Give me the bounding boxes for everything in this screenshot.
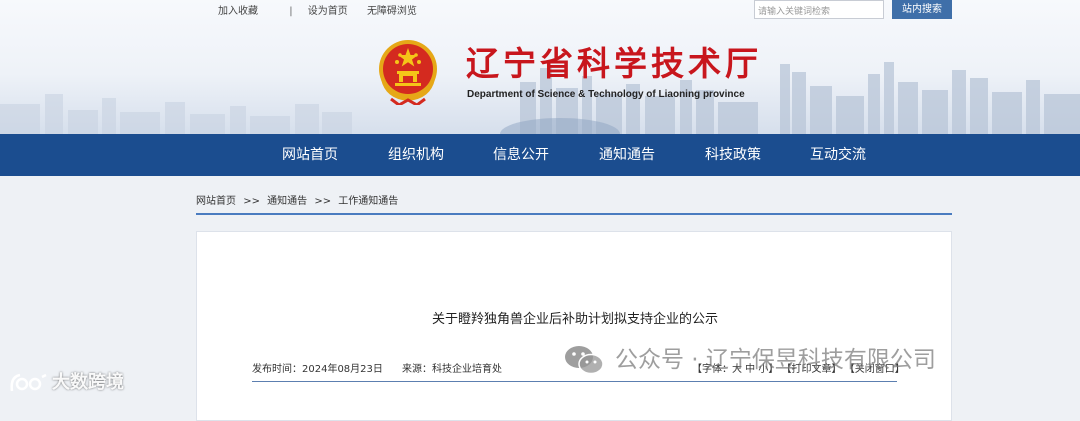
brand-watermark-text: 大数跨境 xyxy=(52,372,124,393)
site-subtitle: Department of Science & Technology of Li… xyxy=(467,89,745,100)
main-nav: 网站首页 组织机构 信息公开 通知通告 科技政策 互动交流 xyxy=(0,134,1080,176)
breadcrumb-notices[interactable]: 通知通告 xyxy=(267,196,307,207)
link-separator: | xyxy=(289,6,293,17)
wechat-icon xyxy=(565,346,604,375)
publish-time: 发布时间：2024年08月23日 xyxy=(252,364,383,375)
search-button[interactable]: 站内搜索 xyxy=(892,0,952,19)
nav-item-information[interactable]: 信息公开 xyxy=(493,134,549,176)
nav-item-notices[interactable]: 通知通告 xyxy=(599,134,655,176)
search-input[interactable]: 请输入关键词检索 xyxy=(754,0,884,19)
accessibility-link[interactable]: 无障碍浏览 xyxy=(367,2,417,17)
breadcrumb-separator: >> xyxy=(314,196,332,207)
top-links: 加入收藏 | 设为首页 无障碍浏览 xyxy=(218,2,433,17)
breadcrumb: 网站首页 >> 通知通告 >> 工作通知通告 xyxy=(196,192,398,207)
breadcrumb-home[interactable]: 网站首页 xyxy=(196,196,236,207)
wechat-watermark-text: 公众号 · 辽宁保昱科技有限公司 xyxy=(615,347,936,373)
site-title: 辽宁省科学技术厅 xyxy=(466,44,762,83)
breadcrumb-separator: >> xyxy=(243,196,260,207)
nav-item-policy[interactable]: 科技政策 xyxy=(705,134,761,176)
article-title: 关于瞪羚独角兽企业后补助计划拟支持企业的公示 xyxy=(431,312,718,327)
site-header: 加入收藏 | 设为首页 无障碍浏览 请输入关键词检索 站内搜索 辽宁省科学技术厅… xyxy=(0,0,1080,134)
add-favorite-link[interactable]: 加入收藏 xyxy=(218,2,258,17)
set-homepage-link[interactable]: 设为首页 xyxy=(308,2,348,17)
breadcrumb-work-notices[interactable]: 工作通知通告 xyxy=(338,196,398,207)
article-panel: 关于瞪羚独角兽企业后补助计划拟支持企业的公示 发布时间：2024年08月23日 … xyxy=(196,231,952,421)
breadcrumb-divider xyxy=(196,213,952,215)
brand-logo-icon xyxy=(10,373,47,392)
nav-item-interaction[interactable]: 互动交流 xyxy=(810,134,866,176)
nav-item-home[interactable]: 网站首页 xyxy=(282,134,338,176)
meta-divider xyxy=(252,381,897,382)
article-source: 来源：科技企业培育处 xyxy=(402,364,502,375)
nav-item-organization[interactable]: 组织机构 xyxy=(388,134,444,176)
national-emblem-icon xyxy=(379,40,437,105)
